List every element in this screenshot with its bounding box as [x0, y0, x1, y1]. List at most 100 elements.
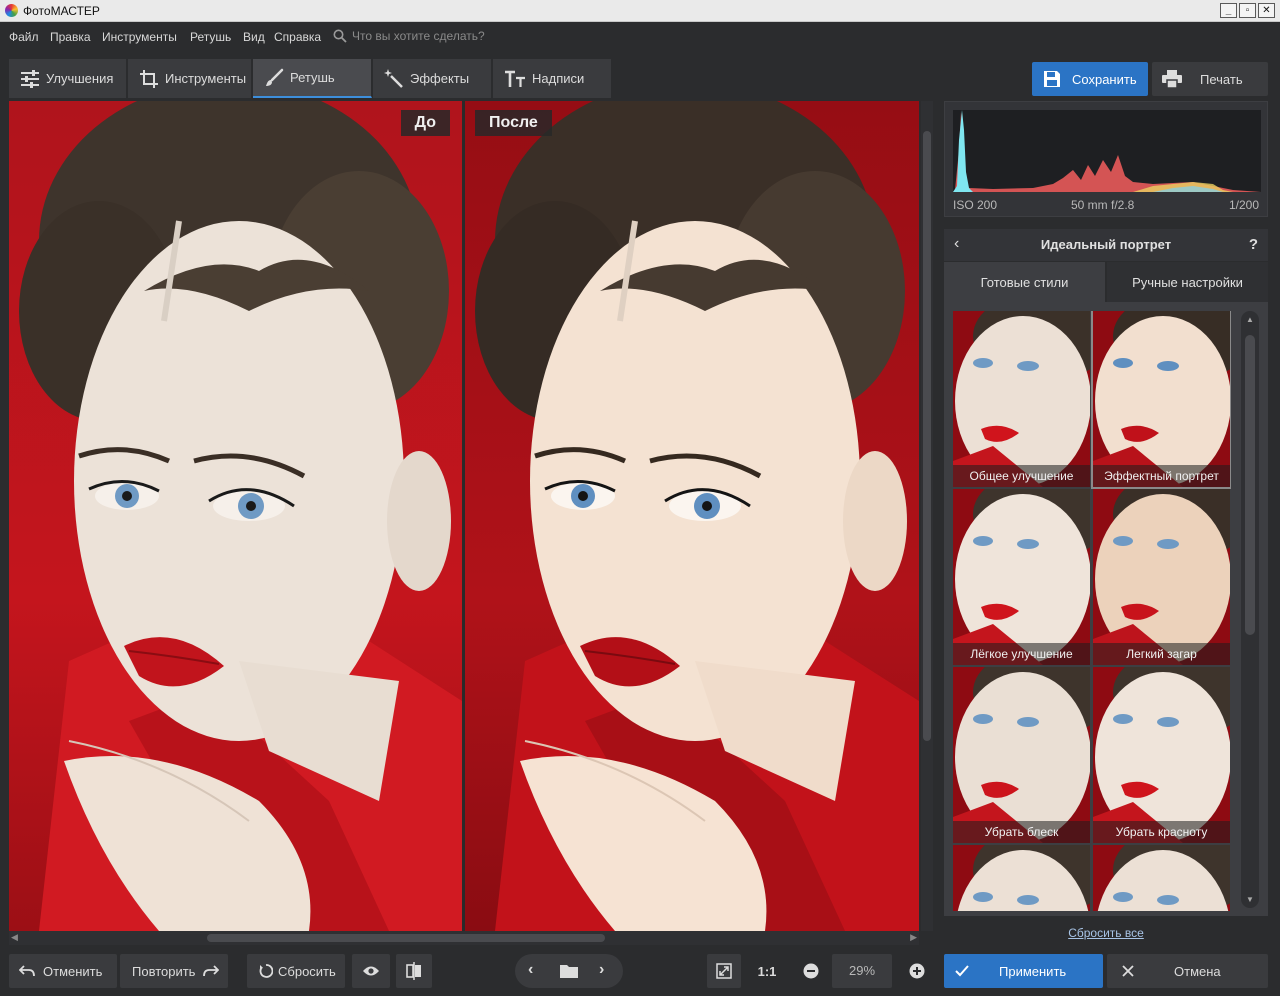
- reset-label: Сбросить: [278, 963, 336, 979]
- undo-arrow-icon: [19, 965, 35, 977]
- close-icon: [1122, 965, 1134, 977]
- scroll-thumb[interactable]: [923, 131, 931, 741]
- photo-before: До: [9, 101, 462, 931]
- menu-view[interactable]: Вид: [243, 30, 265, 44]
- reset-button[interactable]: Сбросить: [247, 954, 345, 988]
- scroll-down-arrow-icon[interactable]: ▼: [1246, 895, 1254, 904]
- cancel-label: Отмена: [1174, 963, 1221, 979]
- printer-icon: [1162, 70, 1182, 88]
- scroll-right-arrow-icon[interactable]: ▶: [910, 932, 917, 943]
- undo-button[interactable]: Отменить: [9, 954, 117, 988]
- histogram-iso: ISO 200: [953, 198, 998, 212]
- panel-title: Идеальный портрет: [1040, 237, 1172, 252]
- tab-tools[interactable]: Инструменты: [128, 59, 252, 98]
- split-compare-icon: [406, 962, 421, 980]
- brush-icon: [266, 68, 284, 86]
- styles-grid: Общее улучшение Эффектный портрет Лёгкое…: [953, 311, 1231, 911]
- style-thumb-effective-portrait[interactable]: Эффектный портрет: [1091, 311, 1231, 489]
- redo-button[interactable]: Повторить: [120, 954, 228, 988]
- print-button[interactable]: Печать: [1152, 62, 1268, 96]
- next-photo-button[interactable]: ›: [599, 961, 604, 979]
- tab-captions[interactable]: Надписи: [493, 59, 612, 98]
- styles-scrollbar[interactable]: ▲ ▼: [1241, 311, 1259, 908]
- expand-icon: [716, 963, 732, 979]
- undo-label: Отменить: [43, 963, 103, 979]
- eye-icon: [363, 966, 379, 976]
- canvas-horizontal-scrollbar[interactable]: ◀ ▶: [9, 931, 919, 945]
- style-preview-image: [953, 311, 1090, 487]
- tab-effects[interactable]: Эффекты: [373, 59, 492, 98]
- styles-panel: Общее улучшение Эффектный портрет Лёгкое…: [944, 302, 1268, 916]
- style-caption: Убрать красноту: [1093, 821, 1230, 843]
- histogram-lens: 50 mm f/2.8: [1071, 198, 1135, 212]
- scroll-left-arrow-icon[interactable]: ◀: [11, 932, 18, 943]
- style-caption: Эффектный портрет: [1093, 465, 1230, 487]
- reset-circle-arrow-icon: [259, 964, 273, 978]
- file-navigation: ‹ ›: [515, 954, 623, 988]
- cancel-button[interactable]: Отмена: [1107, 954, 1268, 988]
- after-label: После: [475, 110, 552, 136]
- search-input[interactable]: [352, 27, 552, 45]
- menu-file[interactable]: Файл: [9, 30, 39, 44]
- style-thumb-partial[interactable]: [1093, 845, 1230, 911]
- style-preview-image: [1093, 667, 1230, 843]
- tab-presets[interactable]: Готовые стили: [944, 262, 1105, 302]
- histogram-panel: ISO 200 50 mm f/2.8 1/200: [944, 101, 1268, 217]
- actual-size-button[interactable]: 1:1: [750, 954, 784, 988]
- menu-help[interactable]: Справка: [274, 30, 321, 44]
- style-thumb-partial[interactable]: [953, 845, 1090, 911]
- zoom-level[interactable]: 29%: [832, 954, 892, 988]
- style-preview-image: [953, 667, 1090, 843]
- menu-retouch[interactable]: Ретушь: [190, 30, 231, 44]
- tab-effects-label: Эффекты: [410, 71, 470, 86]
- menu-bar: Файл Правка Инструменты Ретушь Вид Справ…: [0, 22, 1280, 50]
- style-thumb-general[interactable]: Общее улучшение: [953, 311, 1090, 487]
- crop-icon: [140, 69, 158, 88]
- preview-eye-button[interactable]: [352, 954, 390, 988]
- tab-retouch[interactable]: Ретушь: [253, 59, 372, 98]
- menu-edit[interactable]: Правка: [50, 30, 91, 44]
- menu-tools[interactable]: Инструменты: [102, 30, 177, 44]
- panel-header: ‹ Идеальный портрет ?: [944, 229, 1268, 261]
- style-thumb-remove-redness[interactable]: Убрать красноту: [1093, 667, 1230, 843]
- print-button-label: Печать: [1200, 71, 1243, 87]
- style-thumb-light[interactable]: Лёгкое улучшение: [953, 489, 1090, 665]
- histogram-shutter: 1/200: [1228, 198, 1259, 212]
- apply-button[interactable]: Применить: [944, 954, 1103, 988]
- zoom-in-button[interactable]: [903, 954, 931, 988]
- magic-wand-icon: [384, 68, 403, 88]
- scroll-thumb[interactable]: [1245, 335, 1255, 635]
- style-thumb-light-tan[interactable]: Легкий загар: [1093, 489, 1230, 665]
- maximize-button[interactable]: ▫: [1239, 3, 1256, 18]
- scroll-up-arrow-icon[interactable]: ▲: [1246, 315, 1254, 324]
- checkmark-icon: [955, 965, 969, 977]
- photo-canvas[interactable]: До После: [9, 101, 919, 931]
- save-button-label: Сохранить: [1072, 71, 1137, 87]
- text-icon: [505, 70, 525, 87]
- folder-icon[interactable]: [560, 964, 578, 978]
- photo-after: После: [465, 101, 919, 931]
- title-bar: ФотоМАСТЕР _ ▫ ✕: [0, 0, 1280, 22]
- minimize-button[interactable]: _: [1220, 3, 1237, 18]
- close-window-button[interactable]: ✕: [1258, 3, 1275, 18]
- tab-enhancements[interactable]: Улучшения: [9, 59, 127, 98]
- tab-tools-label: Инструменты: [165, 71, 247, 86]
- search-icon: [333, 29, 347, 43]
- style-preview-image: [953, 489, 1090, 665]
- tab-enhancements-label: Улучшения: [46, 71, 114, 86]
- previous-photo-button[interactable]: ‹: [528, 961, 533, 979]
- reset-all-link[interactable]: Сбросить все: [944, 926, 1268, 940]
- save-button[interactable]: Сохранить: [1032, 62, 1148, 96]
- tab-retouch-label: Ретушь: [290, 70, 335, 85]
- compare-view-button[interactable]: [396, 954, 432, 988]
- portrait-before-image: [19, 101, 462, 931]
- canvas-vertical-scrollbar[interactable]: [921, 101, 933, 931]
- fit-to-screen-button[interactable]: [707, 954, 741, 988]
- style-thumb-remove-shine[interactable]: Убрать блеск: [953, 667, 1090, 843]
- style-preview-image: [1093, 489, 1230, 665]
- scroll-thumb[interactable]: [207, 934, 605, 942]
- zoom-out-button[interactable]: [797, 954, 825, 988]
- tab-manual-settings[interactable]: Ручные настройки: [1107, 262, 1268, 302]
- help-button[interactable]: ?: [1249, 236, 1258, 253]
- histogram-plot: [953, 110, 1261, 192]
